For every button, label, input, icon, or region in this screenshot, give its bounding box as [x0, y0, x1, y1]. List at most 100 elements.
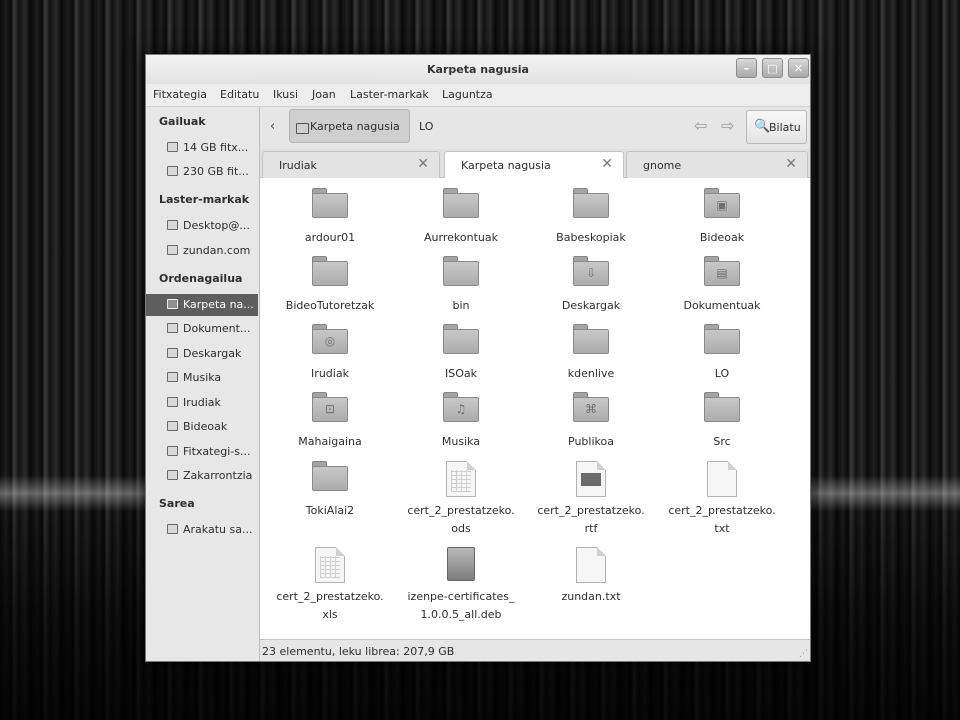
file-name: Bideoak [699, 231, 745, 244]
file-item[interactable]: Aurrekontuak [396, 188, 526, 248]
file-name: 1.0.0.5_all.deb [420, 608, 502, 621]
menu-edit[interactable]: Editatu [220, 88, 259, 101]
status-bar: 23 elementu, leku librea: 207,9 GB ⋰ [260, 639, 810, 661]
menu-view[interactable]: Ikusi [273, 88, 298, 101]
tab-gnome[interactable]: gnome ✕ [626, 151, 808, 178]
sidebar-item-pictures[interactable]: Irudiak [146, 392, 258, 414]
sidebar-item-desktop[interactable]: Desktop@... [146, 215, 258, 237]
sidebar-item-home[interactable]: Karpeta na... [146, 294, 258, 316]
file-item[interactable]: cert_2_prestatzeko. txt [657, 461, 787, 535]
file-name: cert_2_prestatzeko. [537, 504, 645, 517]
back-button[interactable]: ‹ [270, 119, 275, 134]
file-item[interactable]: cert_2_prestatzeko. xls [265, 547, 395, 621]
folder-icon [573, 324, 609, 354]
sidebar-item-videos[interactable]: Bideoak [146, 416, 258, 438]
file-name: rtf [584, 522, 598, 535]
sidebar-item-label: Irudiak [183, 396, 221, 409]
close-tab-icon[interactable]: ✕ [417, 156, 429, 172]
sidebar: Gailuak 14 GB fitx... 230 GB fit... Last… [146, 107, 260, 661]
menu-help[interactable]: Laguntza [442, 88, 493, 101]
sidebar-item-label: Karpeta na... [183, 298, 254, 311]
sidebar-item-zundan[interactable]: zundan.com [146, 240, 258, 262]
folder-icon: ▤ [704, 256, 740, 286]
breadcrumb-home[interactable]: Karpeta nagusia [289, 109, 410, 143]
sidebar-item-drive-230gb[interactable]: 230 GB fit... [146, 161, 258, 183]
maximize-button[interactable]: □ [762, 58, 783, 78]
tab-karpeta-nagusia[interactable]: Karpeta nagusia ✕ [444, 151, 624, 179]
minimize-button[interactable]: – [736, 58, 757, 78]
folder-icon [443, 324, 479, 354]
file-item[interactable]: ⊡ Mahaigaina [265, 392, 395, 452]
sidebar-item-documents[interactable]: Dokument... [146, 318, 258, 340]
nav-prev-icon[interactable]: ⇦ [694, 116, 707, 135]
folder-icon [443, 188, 479, 218]
file-item[interactable]: BideoTutoretzak [265, 256, 395, 316]
sidebar-item-browse-network[interactable]: Arakatu sa... [146, 519, 258, 541]
sidebar-item-filesystem[interactable]: Fitxategi-s... [146, 441, 258, 463]
breadcrumb-lo[interactable]: LO [419, 120, 433, 133]
file-item[interactable]: ♫ Musika [396, 392, 526, 452]
file-item[interactable]: izenpe-certificates_ 1.0.0.5_all.deb [396, 547, 526, 621]
menu-go[interactable]: Joan [312, 88, 336, 101]
tab-label: Karpeta nagusia [461, 159, 551, 172]
text-file-icon [576, 547, 606, 583]
file-item[interactable]: ⌘ Publikoa [526, 392, 656, 452]
file-item[interactable]: kdenlive [526, 324, 656, 384]
resize-grip-icon[interactable]: ⋰ [799, 649, 808, 659]
search-button[interactable]: 🔍 Bilatu [746, 110, 807, 144]
tab-label: Irudiak [279, 159, 317, 172]
file-item[interactable]: cert_2_prestatzeko.rtf [526, 461, 656, 535]
folder-icon [443, 256, 479, 286]
title-bar[interactable]: Karpeta nagusia – □ ✕ [146, 55, 810, 84]
toolbar: ‹ Karpeta nagusia LO ⇦ ⇨ 🔍 Bilatu [260, 107, 810, 149]
sidebar-item-downloads[interactable]: Deskargak [146, 343, 258, 365]
file-name: kdenlive [567, 367, 615, 380]
file-item[interactable]: bin [396, 256, 526, 316]
documents-icon [167, 323, 178, 333]
file-name: Irudiak [311, 367, 349, 380]
tab-irudiak[interactable]: Irudiak ✕ [262, 151, 440, 178]
folder-icon [573, 188, 609, 218]
sidebar-item-label: Bideoak [183, 420, 228, 433]
file-item[interactable]: zundan.txt [526, 547, 656, 607]
file-item[interactable]: LO [657, 324, 787, 384]
file-item[interactable]: Src [657, 392, 787, 452]
menu-bookmarks[interactable]: Laster-markak [350, 88, 429, 101]
file-item[interactable]: ▤ Dokumentuak [657, 256, 787, 316]
network-folder-icon [167, 220, 178, 230]
sidebar-item-label: Desktop@... [183, 219, 250, 232]
file-item[interactable]: ◎ Irudiak [265, 324, 395, 384]
file-name: Aurrekontuak [424, 231, 498, 244]
file-name: cert_2_prestatzeko. [276, 590, 384, 603]
breadcrumb-label: Karpeta nagusia [310, 120, 400, 133]
search-icon: 🔍 [754, 119, 771, 134]
sidebar-item-label: Deskargak [183, 347, 242, 360]
file-item[interactable]: Babeskopiak [526, 188, 656, 248]
file-item[interactable]: ISOak [396, 324, 526, 384]
file-item[interactable]: ▣ Bideoak [657, 188, 787, 248]
close-tab-icon[interactable]: ✕ [601, 156, 613, 172]
sidebar-section-network: Sarea [159, 497, 195, 510]
menu-file[interactable]: Fitxategia [153, 88, 207, 101]
close-button[interactable]: ✕ [788, 58, 809, 78]
sidebar-item-label: Fitxategi-s... [183, 445, 251, 458]
file-item[interactable]: ⇩ Deskargak [526, 256, 656, 316]
file-name: txt [714, 522, 730, 535]
sidebar-item-music[interactable]: Musika [146, 367, 258, 389]
file-item[interactable]: TokiAlai2 [265, 461, 395, 521]
home-icon [296, 123, 309, 134]
file-name: Src [713, 435, 731, 448]
sidebar-item-drive-14gb[interactable]: 14 GB fitx... [146, 137, 258, 159]
folder-icon: ▣ [704, 188, 740, 218]
folder-icon [167, 245, 178, 255]
package-icon [447, 547, 475, 581]
videos-icon [167, 421, 178, 431]
nav-next-icon[interactable]: ⇨ [721, 116, 734, 135]
folder-icon [704, 392, 740, 422]
close-tab-icon[interactable]: ✕ [785, 156, 797, 172]
file-name: Publikoa [568, 435, 614, 448]
sidebar-item-label: Musika [183, 371, 222, 384]
sidebar-item-trash[interactable]: Zakarrontzia [146, 465, 258, 487]
file-item[interactable]: cert_2_prestatzeko. ods [396, 461, 526, 535]
file-item[interactable]: ardour01 [265, 188, 395, 248]
